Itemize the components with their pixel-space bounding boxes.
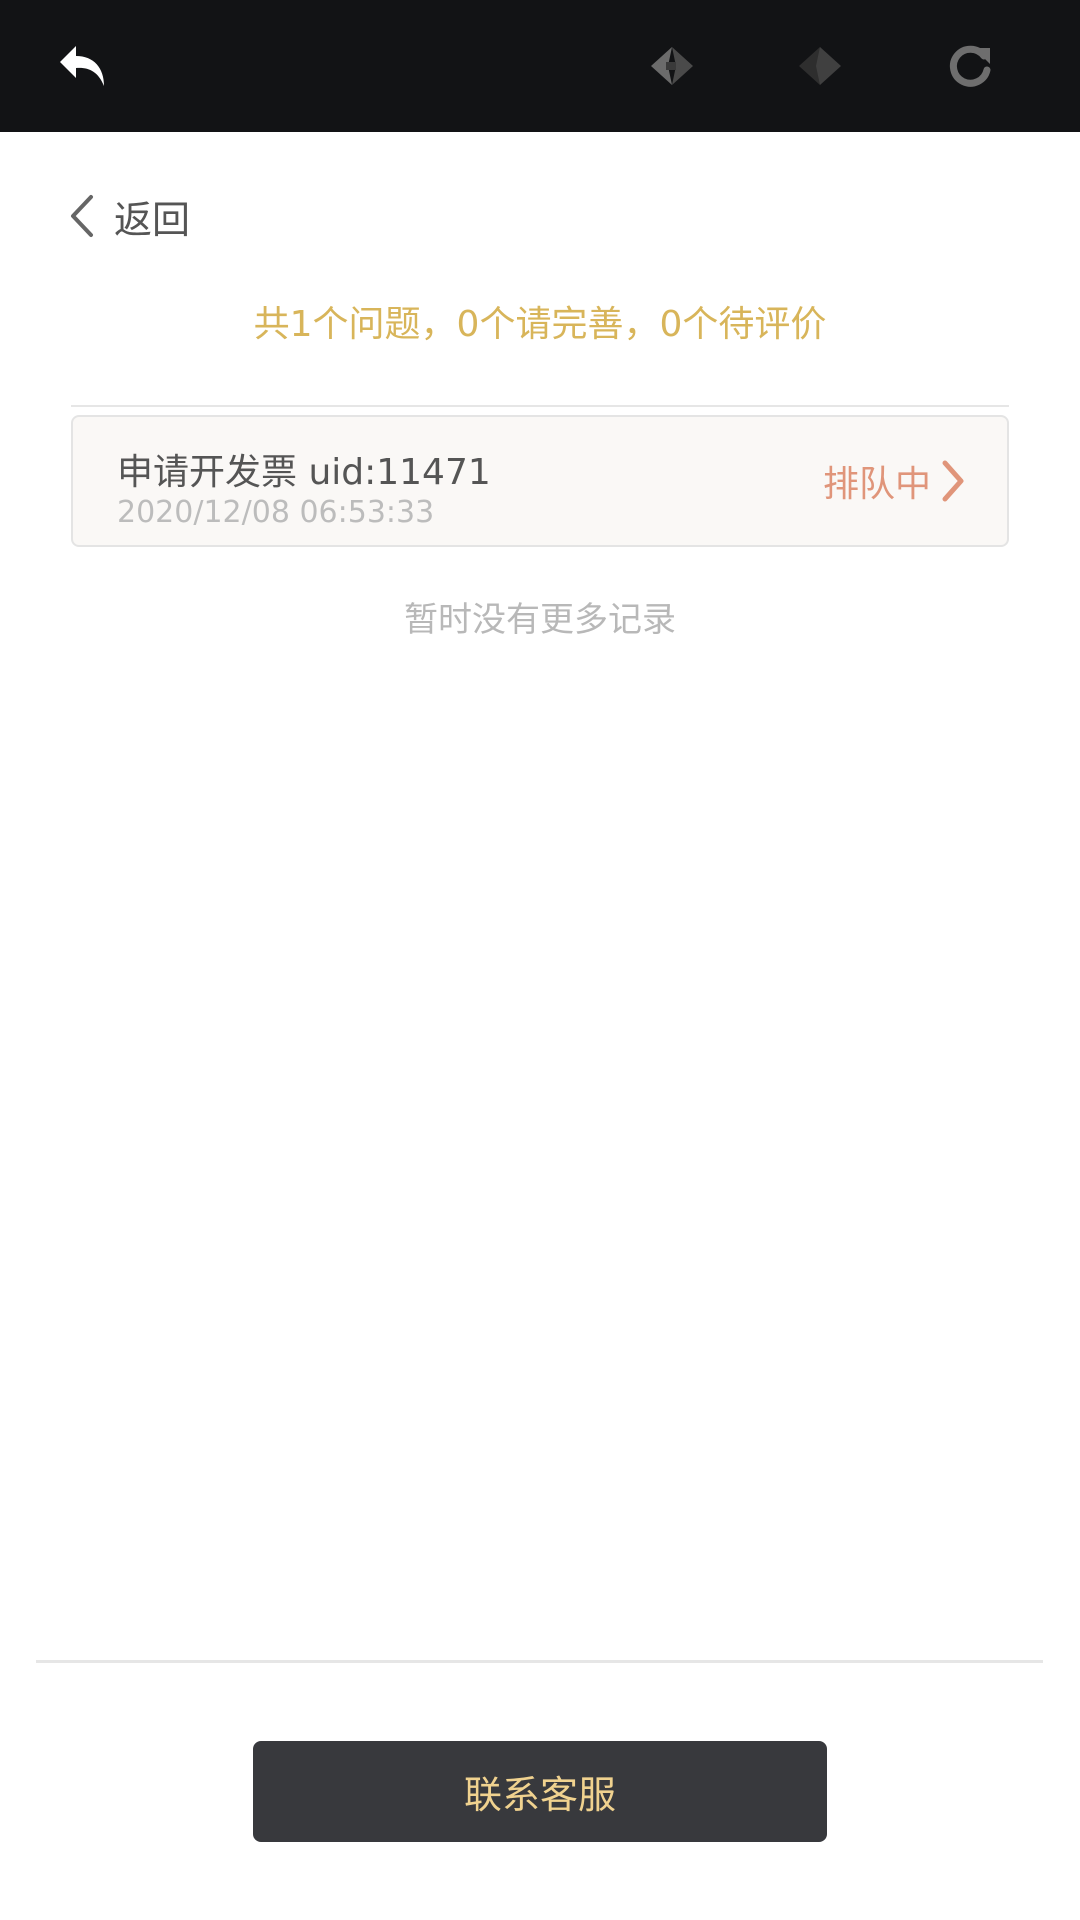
chevron-left-icon — [62, 180, 102, 252]
diamond-left-icon[interactable] — [630, 26, 714, 106]
divider — [71, 405, 1009, 407]
back-label: 返回 — [114, 197, 191, 242]
ticket-title: 申请开发票 uid:11471 — [117, 452, 491, 493]
refresh-icon[interactable] — [928, 26, 1012, 106]
diamond-right-icon[interactable] — [778, 26, 862, 106]
browser-toolbar — [0, 0, 1080, 132]
ticket-timestamp: 2020/12/08 06:53:33 — [117, 495, 435, 530]
undo-arrow-icon[interactable] — [42, 26, 126, 106]
ticket-card[interactable]: 申请开发票 uid:11471 2020/12/08 06:53:33 排队中 — [71, 415, 1009, 547]
list-end-text: 暂时没有更多记录 — [404, 600, 676, 640]
status-label: 排队中 — [822, 464, 931, 505]
chevron-right-icon — [937, 453, 969, 509]
ticket-status: 排队中 — [823, 453, 969, 509]
divider — [36, 1660, 1043, 1663]
back-link[interactable]: 返回 — [62, 180, 190, 252]
contact-support-button[interactable]: 联系客服 — [253, 1741, 827, 1842]
ticket-summary: 共1个问题，0个请完善，0个待评价 — [253, 304, 827, 345]
